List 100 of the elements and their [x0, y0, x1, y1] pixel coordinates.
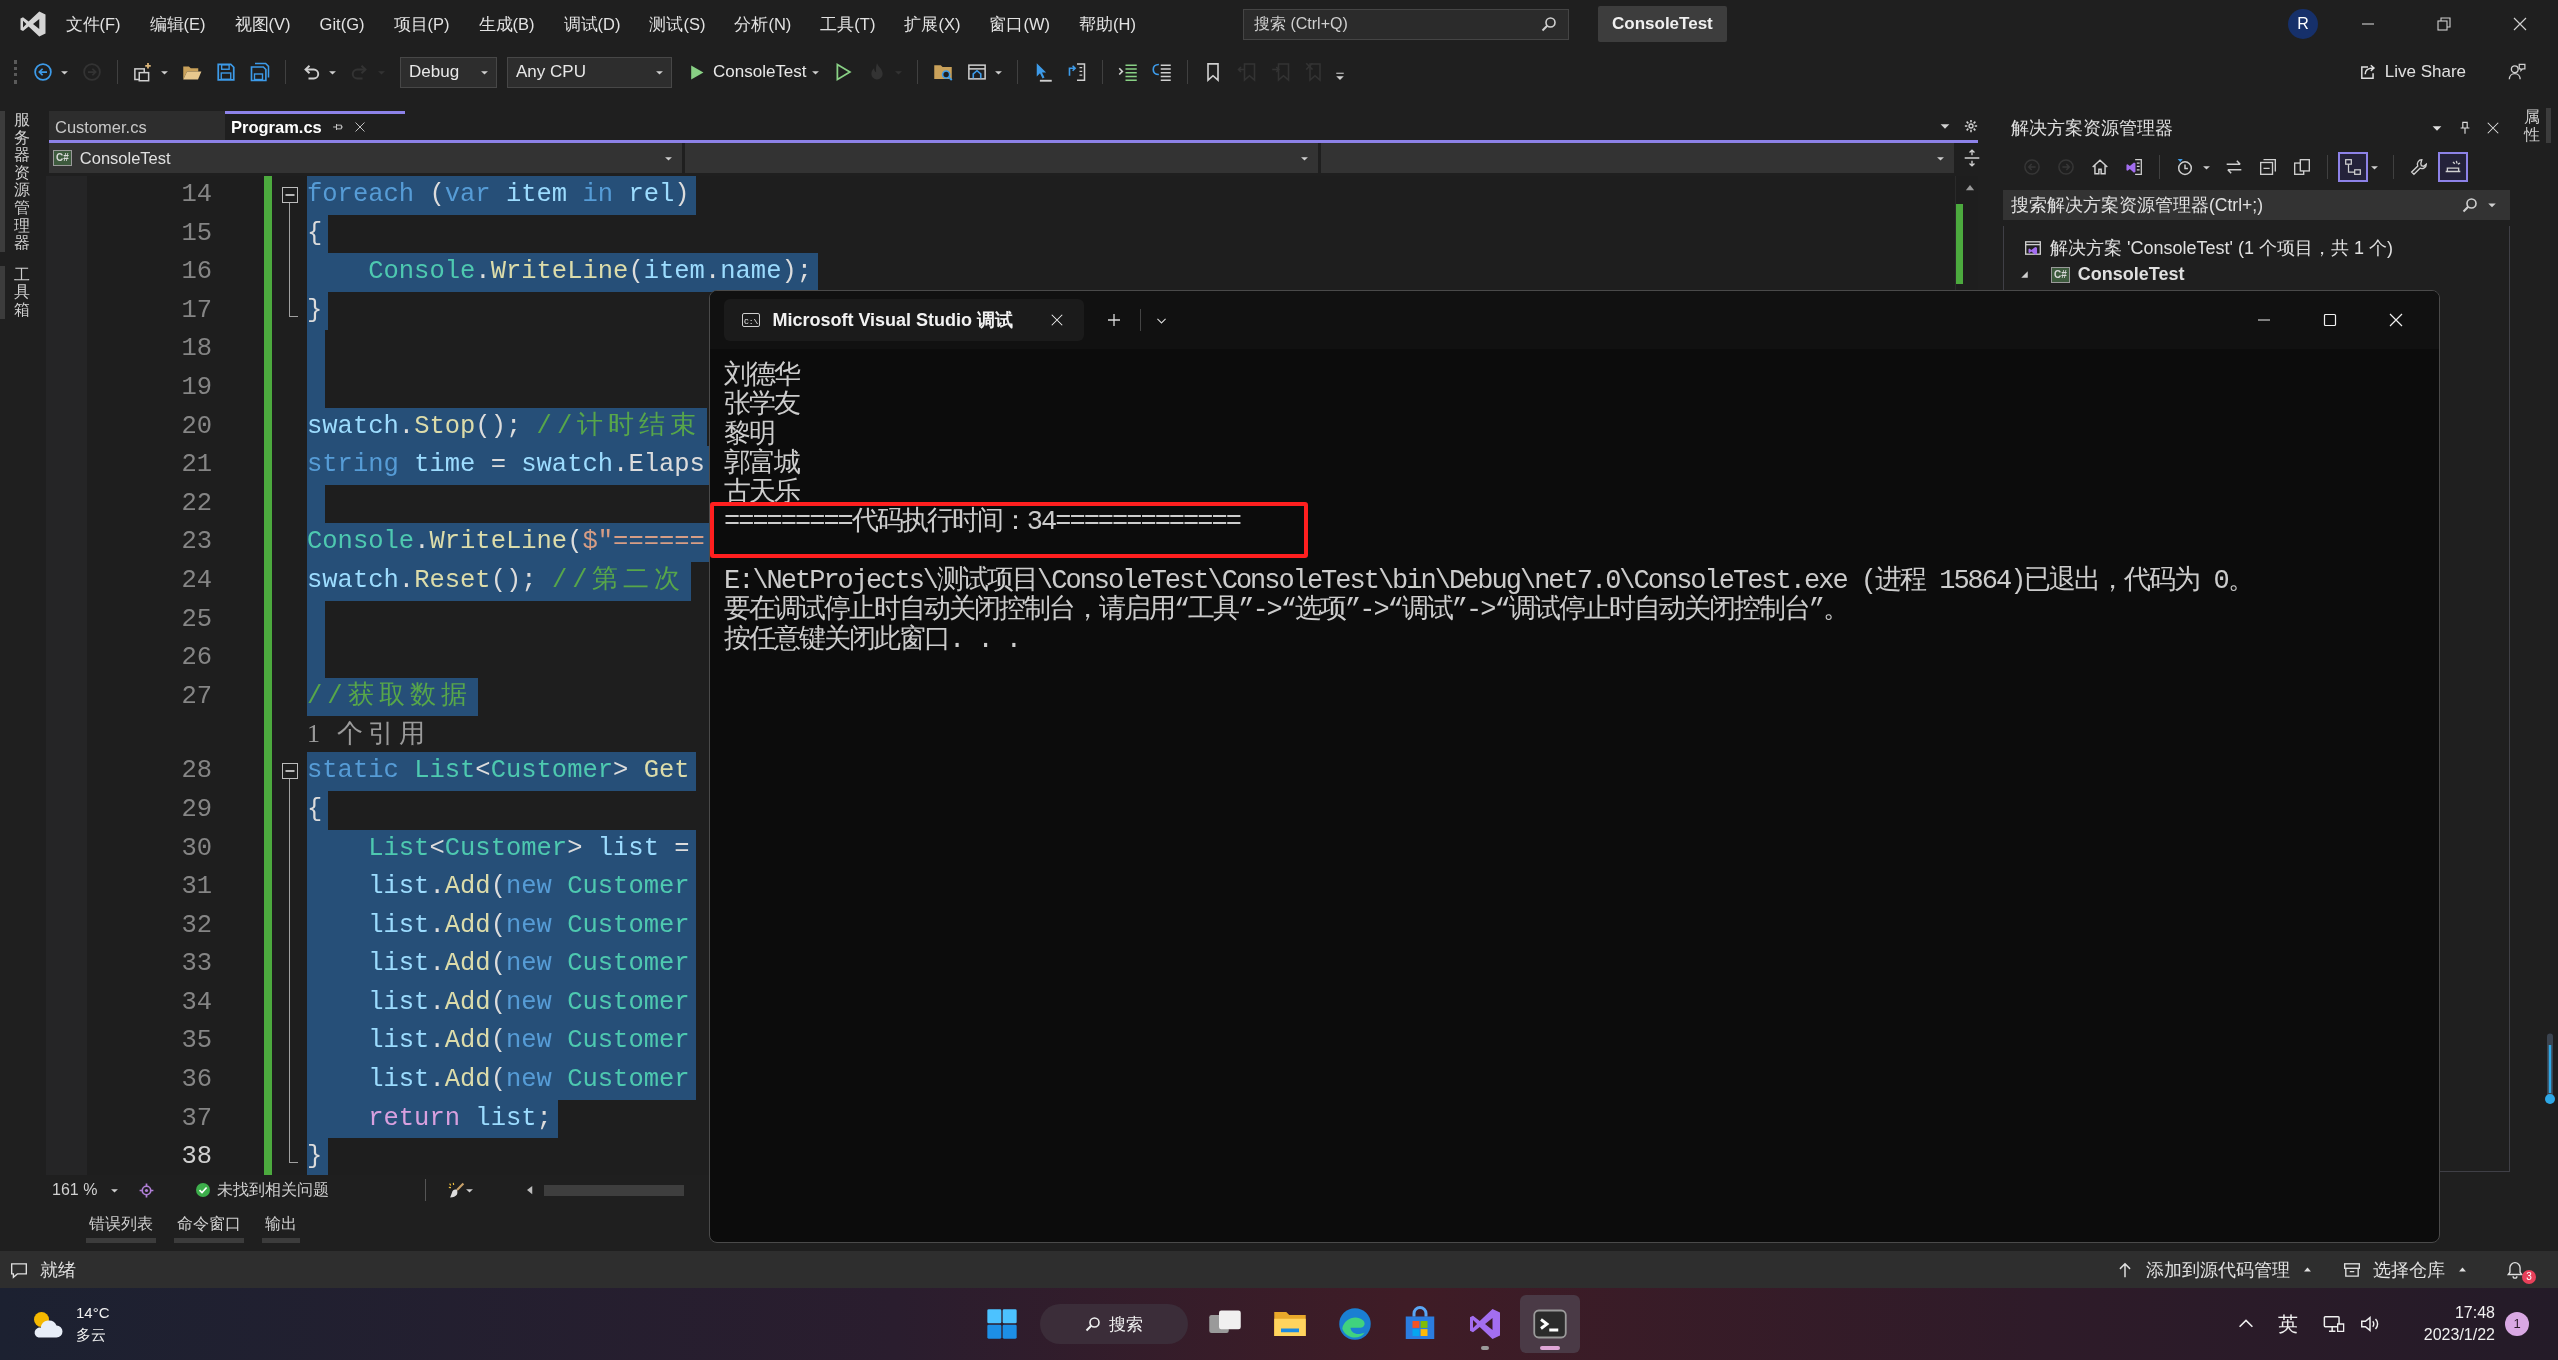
indent-lines-icon[interactable]: [1117, 62, 1138, 82]
repository-icon[interactable]: [2343, 1260, 2361, 1279]
line-number: 25: [181, 604, 212, 634]
live-share-button[interactable]: Live Share: [2354, 56, 2470, 88]
notification-badge[interactable]: 1: [2505, 1312, 2529, 1336]
tray-icon[interactable]: [2438, 152, 2468, 182]
line-number: 22: [181, 488, 212, 518]
side-tab[interactable]: 工具箱: [0, 265, 30, 319]
side-tab[interactable]: 属性: [2524, 108, 2551, 144]
crosshair-icon[interactable]: [138, 1181, 156, 1199]
menu-item[interactable]: 生成(B): [464, 9, 549, 39]
brush-icon[interactable]: [448, 1181, 466, 1199]
document-tab[interactable]: Customer.cs: [49, 111, 225, 140]
close-icon[interactable]: [2512, 16, 2528, 32]
line-number: 21: [181, 450, 212, 480]
caret-up-icon[interactable]: [2457, 1264, 2468, 1275]
plus-icon[interactable]: [1106, 312, 1122, 328]
bracket-lines-icon[interactable]: [1151, 62, 1172, 82]
zoom-dropdown[interactable]: 161 %: [50, 1178, 127, 1202]
weather-condition: 多云: [76, 1325, 107, 1345]
save-all-icon[interactable]: [250, 62, 270, 82]
menu-item[interactable]: 工具(T): [805, 9, 890, 39]
tree-view-icon[interactable]: [2338, 152, 2368, 182]
bell-icon[interactable]: [2506, 1260, 2524, 1279]
menu-item[interactable]: 项目(P): [379, 9, 464, 39]
monitor-icon[interactable]: [2322, 1313, 2345, 1335]
menu-item[interactable]: 窗口(W): [974, 9, 1065, 39]
console-line: 刘德华: [724, 361, 799, 391]
tree-item[interactable]: 解决方案 'ConsoleTest' (1 个项目，共 1 个): [2050, 235, 2393, 260]
taskbar-button[interactable]: [1520, 1295, 1580, 1353]
check-icon: [195, 1182, 212, 1198]
folder-search-icon[interactable]: [932, 62, 953, 82]
line-number: 15: [181, 218, 212, 248]
menu-item[interactable]: 文件(F): [51, 9, 136, 39]
search-icon[interactable]: [1541, 15, 1557, 32]
line-number: 20: [181, 411, 212, 441]
pin-icon[interactable]: [331, 121, 344, 133]
input-method-indicator[interactable]: 英: [2277, 1310, 2298, 1338]
console-tab[interactable]: C:\ Microsoft Visual Studio 调试: [724, 299, 1084, 341]
search-field[interactable]: 搜索解决方案资源管理器(Ctrl+;): [2003, 190, 2510, 220]
close-icon[interactable]: [2486, 121, 2500, 135]
caret-up-icon[interactable]: [2302, 1264, 2313, 1275]
save-icon[interactable]: [216, 62, 236, 82]
line-number: 35: [181, 1026, 212, 1056]
line-number: 31: [181, 872, 212, 902]
account-avatar[interactable]: R: [2288, 9, 2318, 39]
pin-icon[interactable]: [2458, 121, 2472, 135]
panel-tab[interactable]: 错误列表: [86, 1210, 156, 1243]
menu-item[interactable]: 视图(V): [220, 9, 306, 39]
window-home-icon[interactable]: [966, 62, 987, 82]
clock-time[interactable]: 17:48: [2454, 1302, 2495, 1324]
maximize-icon[interactable]: [2322, 312, 2338, 328]
toolbar-dropdown[interactable]: Debug: [400, 56, 497, 88]
menu-item[interactable]: 编辑(E): [135, 9, 221, 39]
settings-icon[interactable]: [1964, 118, 1978, 133]
console-line: 张学友: [724, 390, 799, 421]
menu-item[interactable]: 扩展(X): [889, 9, 975, 39]
collapse-icon[interactable]: [282, 763, 298, 780]
document-arrow-icon[interactable]: [1066, 62, 1087, 82]
issues-status[interactable]: 未找到相关问题: [217, 1179, 330, 1201]
menu-item[interactable]: 帮助(H): [1064, 9, 1151, 39]
panel-tab[interactable]: 输出: [262, 1210, 300, 1243]
horizontal-scrollbar[interactable]: [544, 1184, 685, 1196]
new-item-icon[interactable]: [133, 62, 153, 82]
speaker-icon[interactable]: [2358, 1313, 2381, 1335]
comment-icon[interactable]: [10, 1260, 28, 1279]
search-icon[interactable]: [2462, 197, 2478, 213]
repository-button[interactable]: 选择仓库: [2373, 1257, 2445, 1282]
menu-item[interactable]: 分析(N): [719, 9, 806, 39]
feedback-icon[interactable]: [2508, 63, 2526, 81]
restore-icon[interactable]: [2436, 16, 2452, 32]
line-number: 14: [181, 180, 212, 209]
undo-icon[interactable]: [301, 62, 321, 82]
menu-item[interactable]: 测试(S): [634, 9, 720, 39]
tree-item[interactable]: ConsoleTest: [2077, 264, 2185, 285]
menu-item[interactable]: Git(G): [305, 9, 379, 39]
start-button[interactable]: ConsoleTest: [684, 56, 811, 88]
clock-date[interactable]: 2023/1/22: [2423, 1324, 2495, 1346]
project-dropdown[interactable]: C# ConsoleTest: [49, 143, 682, 173]
toolbar-dropdown[interactable]: Any CPU: [507, 56, 672, 88]
collapse-icon[interactable]: [282, 187, 298, 203]
search-field[interactable]: 搜索 (Ctrl+Q): [1243, 8, 1569, 40]
close-icon[interactable]: [353, 121, 366, 133]
menu-item[interactable]: 调试(D): [549, 9, 635, 39]
split-editor-icon[interactable]: [1963, 149, 1981, 167]
toolbar-overflow-icon[interactable]: [1333, 71, 1346, 83]
source-control-button[interactable]: 添加到源代码管理: [2146, 1257, 2290, 1282]
panel-tab[interactable]: 命令窗口: [174, 1210, 244, 1243]
terminal-badge: C:\: [742, 313, 761, 327]
side-tab[interactable]: 服务器资源管理器: [0, 111, 30, 252]
slider-handle-icon[interactable]: [2544, 1033, 2556, 1105]
infinity-logo-icon: [1467, 1306, 1503, 1342]
line-number: 17: [181, 295, 212, 325]
line-number: 33: [181, 949, 212, 979]
reference-count-link[interactable]: 1 个引用: [307, 719, 430, 749]
logo-icon: [18, 9, 48, 39]
start-icon[interactable]: [986, 1308, 1018, 1340]
tab-title: Microsoft Visual Studio 调试: [772, 309, 1015, 332]
taskbar-search[interactable]: 搜索: [1040, 1304, 1188, 1344]
line-number: 19: [181, 372, 212, 402]
